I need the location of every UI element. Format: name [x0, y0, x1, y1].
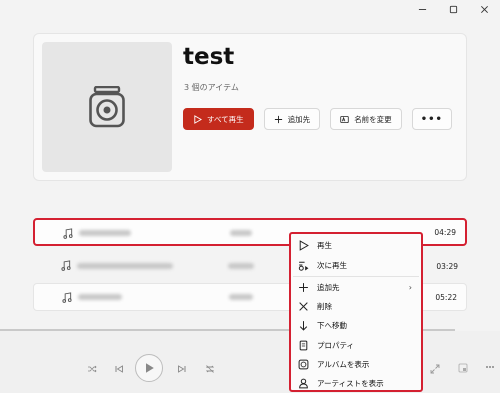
- plus-icon: [298, 282, 309, 293]
- playlist-header: test 3 個のアイテム すべて再生 追加先 名前を変更 •••: [33, 33, 467, 181]
- playlist-actions: すべて再生 追加先 名前を変更 •••: [183, 108, 452, 130]
- more-options-button[interactable]: •••: [411, 108, 452, 130]
- music-note-icon: [63, 228, 73, 239]
- add-to-label: 追加先: [287, 114, 311, 124]
- menu-separator: [293, 276, 419, 277]
- play-all-button[interactable]: すべて再生: [183, 108, 254, 130]
- menu-item-properties[interactable]: プロパティ: [291, 336, 421, 354]
- more-icon: [486, 366, 494, 368]
- next-icon: [178, 365, 186, 373]
- maximize-icon: [449, 5, 458, 13]
- track-title-redacted: [78, 294, 122, 300]
- repeat-button[interactable]: [203, 362, 216, 375]
- minimize-button[interactable]: [407, 0, 438, 18]
- track-title-redacted: [77, 263, 173, 269]
- menu-item-add-to[interactable]: 追加先 ›: [291, 278, 421, 296]
- minimize-icon: [418, 8, 427, 10]
- track-duration: 04:29: [434, 227, 456, 237]
- mini-player-icon: [458, 363, 468, 373]
- track-title-redacted: [79, 230, 131, 236]
- menu-item-show-album[interactable]: アルバムを表示: [291, 355, 421, 373]
- track-artist-redacted: [229, 294, 253, 300]
- rename-button[interactable]: 名前を変更: [330, 108, 402, 130]
- track-artist-redacted: [230, 230, 252, 236]
- music-note-icon: [62, 292, 72, 303]
- menu-item-label: プロパティ: [317, 340, 355, 350]
- next-button[interactable]: [176, 363, 188, 375]
- properties-icon: [298, 340, 309, 351]
- mini-player-button[interactable]: [457, 362, 469, 374]
- play-outline-icon: [194, 114, 202, 124]
- menu-item-label: アーティストを表示: [317, 378, 384, 388]
- menu-item-label: アルバムを表示: [317, 359, 370, 369]
- previous-button[interactable]: [113, 363, 125, 375]
- player-more-button[interactable]: [484, 361, 496, 373]
- album-icon: [298, 359, 309, 370]
- artist-icon: [298, 378, 309, 389]
- chevron-right-icon: ›: [408, 282, 412, 292]
- music-note-icon: [61, 260, 71, 271]
- menu-item-label: 削除: [317, 301, 332, 311]
- menu-item-label: 下へ移動: [317, 320, 347, 330]
- menu-item-label: 次に再生: [317, 260, 347, 270]
- play-all-label: すべて再生: [207, 114, 244, 124]
- menu-item-label: 追加先: [317, 282, 340, 292]
- menu-item-delete[interactable]: 削除: [291, 297, 421, 315]
- track-artist-redacted: [228, 263, 254, 269]
- play-icon: [146, 363, 154, 373]
- playlist-artwork: [42, 42, 172, 172]
- add-to-button[interactable]: 追加先: [263, 108, 321, 130]
- maximize-button[interactable]: [438, 0, 469, 18]
- playlist-placeholder-icon: [89, 86, 125, 128]
- close-icon: [481, 5, 488, 13]
- close-button[interactable]: [469, 0, 500, 18]
- menu-item-play[interactable]: 再生: [291, 236, 421, 254]
- menu-item-label: 再生: [317, 240, 332, 250]
- player-bar: [0, 331, 500, 393]
- menu-item-play-next[interactable]: 次に再生: [291, 256, 421, 274]
- fullscreen-button[interactable]: [429, 363, 441, 375]
- playlist-title: test: [183, 44, 235, 70]
- play-next-icon: [298, 260, 309, 271]
- track-duration: 03:29: [436, 261, 458, 271]
- playlist-item-count: 3 個のアイテム: [184, 83, 239, 92]
- menu-item-show-artist[interactable]: アーティストを表示: [291, 374, 421, 390]
- window-controls: [407, 0, 500, 18]
- play-button[interactable]: [135, 354, 163, 382]
- repeat-icon: [205, 364, 214, 373]
- previous-icon: [115, 365, 123, 373]
- arrow-down-icon: [298, 320, 309, 331]
- play-icon: [298, 239, 309, 251]
- shuffle-icon: [88, 365, 97, 373]
- rename-icon: [340, 115, 349, 123]
- track-context-menu: 再生 次に再生 追加先 › 削除 下へ移動 プロパティ アルバムを表示 アーティ…: [289, 232, 423, 392]
- menu-item-move-down[interactable]: 下へ移動: [291, 316, 421, 334]
- plus-icon: [274, 115, 282, 123]
- x-icon: [298, 301, 309, 312]
- expand-icon: [430, 364, 440, 374]
- rename-label: 名前を変更: [354, 114, 392, 124]
- shuffle-button[interactable]: [86, 363, 98, 375]
- track-duration: 05:22: [435, 292, 457, 302]
